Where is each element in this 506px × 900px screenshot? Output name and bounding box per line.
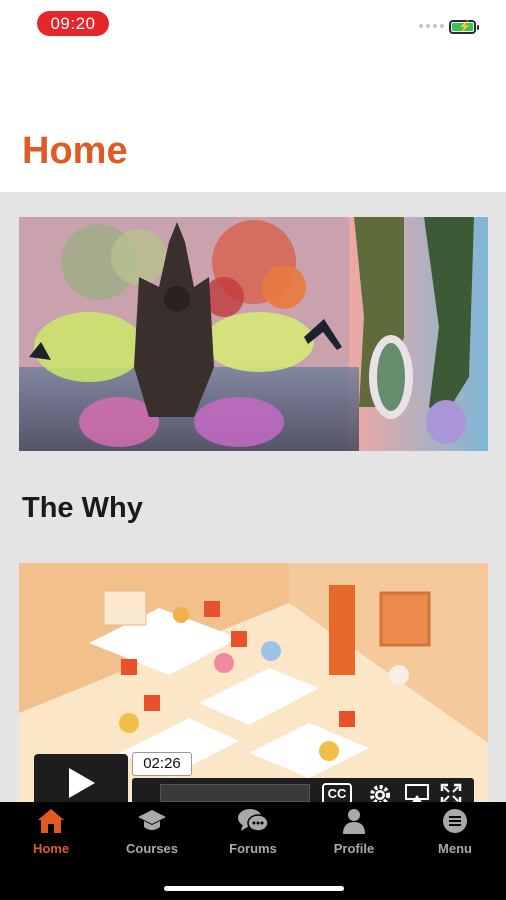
- main-content[interactable]: The Why: [0, 192, 506, 802]
- status-bar: 09:20 ⚡: [0, 0, 506, 48]
- person-icon: [343, 809, 365, 834]
- tab-label-forums: Forums: [229, 841, 277, 856]
- status-time: 09:20: [37, 11, 109, 36]
- menu-icon: [443, 809, 467, 833]
- chat-bubbles-icon: [238, 809, 269, 832]
- video-controls: 02:26 CC: [34, 752, 474, 812]
- play-icon: [69, 768, 95, 798]
- battery-icon: ⚡: [449, 20, 479, 34]
- home-indicator: [164, 886, 344, 891]
- tab-menu[interactable]: Menu: [405, 808, 505, 868]
- signal-icon: [419, 24, 444, 28]
- page-header: Home: [0, 48, 506, 192]
- tab-label-home: Home: [32, 841, 70, 856]
- tab-label-menu: Menu: [438, 841, 472, 856]
- home-icon: [38, 809, 64, 833]
- hero-image[interactable]: [19, 217, 488, 451]
- tab-courses[interactable]: Courses: [102, 808, 202, 868]
- tab-label-courses: Courses: [125, 841, 179, 856]
- video-progress-bar[interactable]: [160, 784, 310, 802]
- video-time-tooltip: 02:26: [132, 752, 192, 776]
- tab-home[interactable]: Home: [1, 808, 101, 868]
- graduation-cap-icon: [138, 810, 166, 830]
- tab-profile[interactable]: Profile: [304, 808, 404, 868]
- page-title: Home: [22, 130, 128, 172]
- tab-forums[interactable]: Forums: [203, 808, 303, 868]
- section-title: The Why: [22, 492, 143, 524]
- tab-label-profile: Profile: [333, 841, 375, 856]
